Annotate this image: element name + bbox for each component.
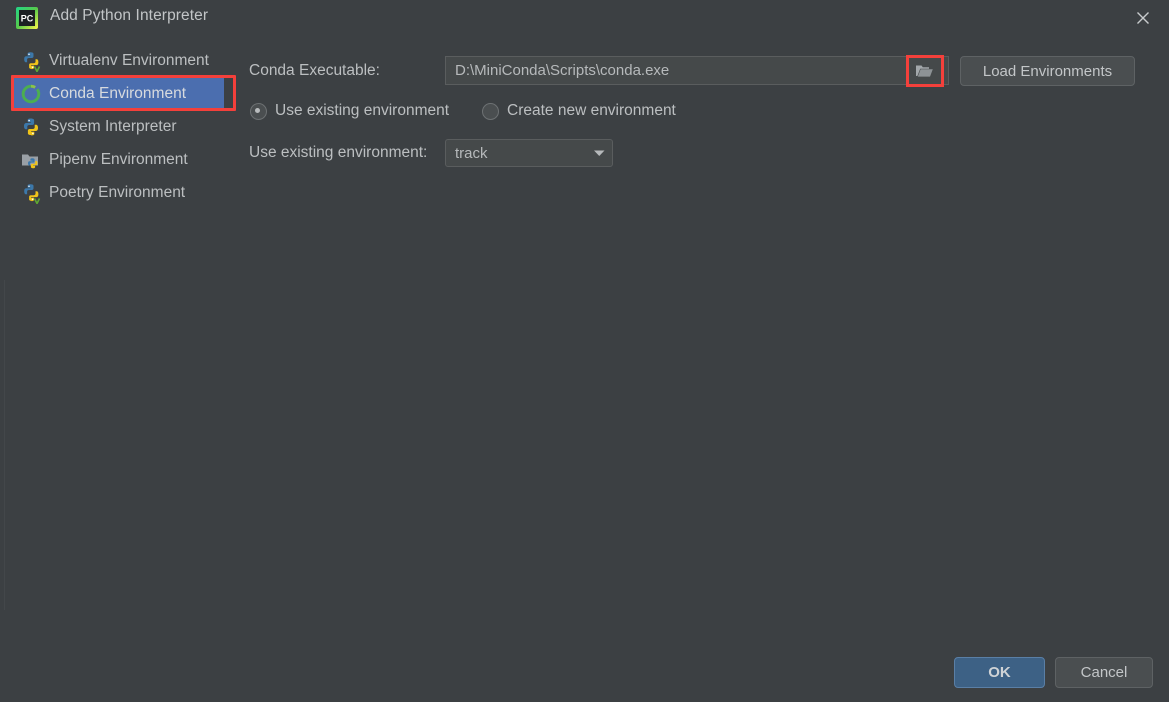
pycharm-icon: PC [14, 5, 40, 31]
sidebar-item-label: System Interpreter [49, 117, 177, 135]
radio-unselected-icon [482, 102, 499, 120]
radio-use-existing-environment[interactable]: Use existing environment [250, 102, 449, 120]
sidebar-item-system-interpreter[interactable]: System Interpreter [0, 110, 240, 143]
python-venv-icon [20, 182, 42, 205]
python-venv-icon [20, 50, 42, 73]
sidebar-item-conda-environment[interactable]: Conda Environment [14, 77, 224, 110]
environment-select-value: track [455, 144, 488, 162]
interpreter-type-list: Virtualenv Environment Conda Environment… [0, 44, 240, 209]
folder-python-icon [20, 149, 42, 171]
close-icon[interactable] [1123, 2, 1163, 34]
window-title: Add Python Interpreter [50, 7, 209, 24]
sidebar-item-label: Conda Environment [49, 84, 186, 102]
radio-label: Create new environment [507, 102, 676, 119]
conda-executable-input[interactable]: D:\MiniConda\Scripts\conda.exe [445, 56, 949, 85]
ok-button[interactable]: OK [954, 657, 1045, 688]
sidebar-item-poetry-environment[interactable]: Poetry Environment [0, 176, 240, 209]
use-existing-environment-label: Use existing environment: [249, 144, 428, 161]
sidebar-item-label: Poetry Environment [49, 183, 186, 201]
radio-selected-icon [250, 102, 267, 120]
title-bar: PC Add Python Interpreter [0, 0, 1169, 36]
folder-open-icon[interactable] [908, 56, 941, 85]
conda-ring-icon [20, 83, 42, 105]
radio-create-new-environment[interactable]: Create new environment [482, 102, 676, 120]
cancel-button[interactable]: Cancel [1055, 657, 1153, 688]
panel-edge-divider [4, 280, 5, 610]
sidebar-item-label: Pipenv Environment [49, 150, 188, 168]
python-icon [20, 116, 42, 138]
load-environments-button[interactable]: Load Environments [960, 56, 1135, 86]
sidebar-item-virtualenv-environment[interactable]: Virtualenv Environment [0, 44, 240, 77]
radio-label: Use existing environment [275, 102, 450, 119]
sidebar-item-pipenv-environment[interactable]: Pipenv Environment [0, 143, 240, 176]
svg-text:PC: PC [21, 14, 34, 24]
chevron-down-icon [586, 149, 612, 157]
conda-executable-label: Conda Executable: [249, 62, 380, 79]
environment-select[interactable]: track [445, 139, 613, 167]
sidebar-item-label: Virtualenv Environment [49, 51, 209, 69]
